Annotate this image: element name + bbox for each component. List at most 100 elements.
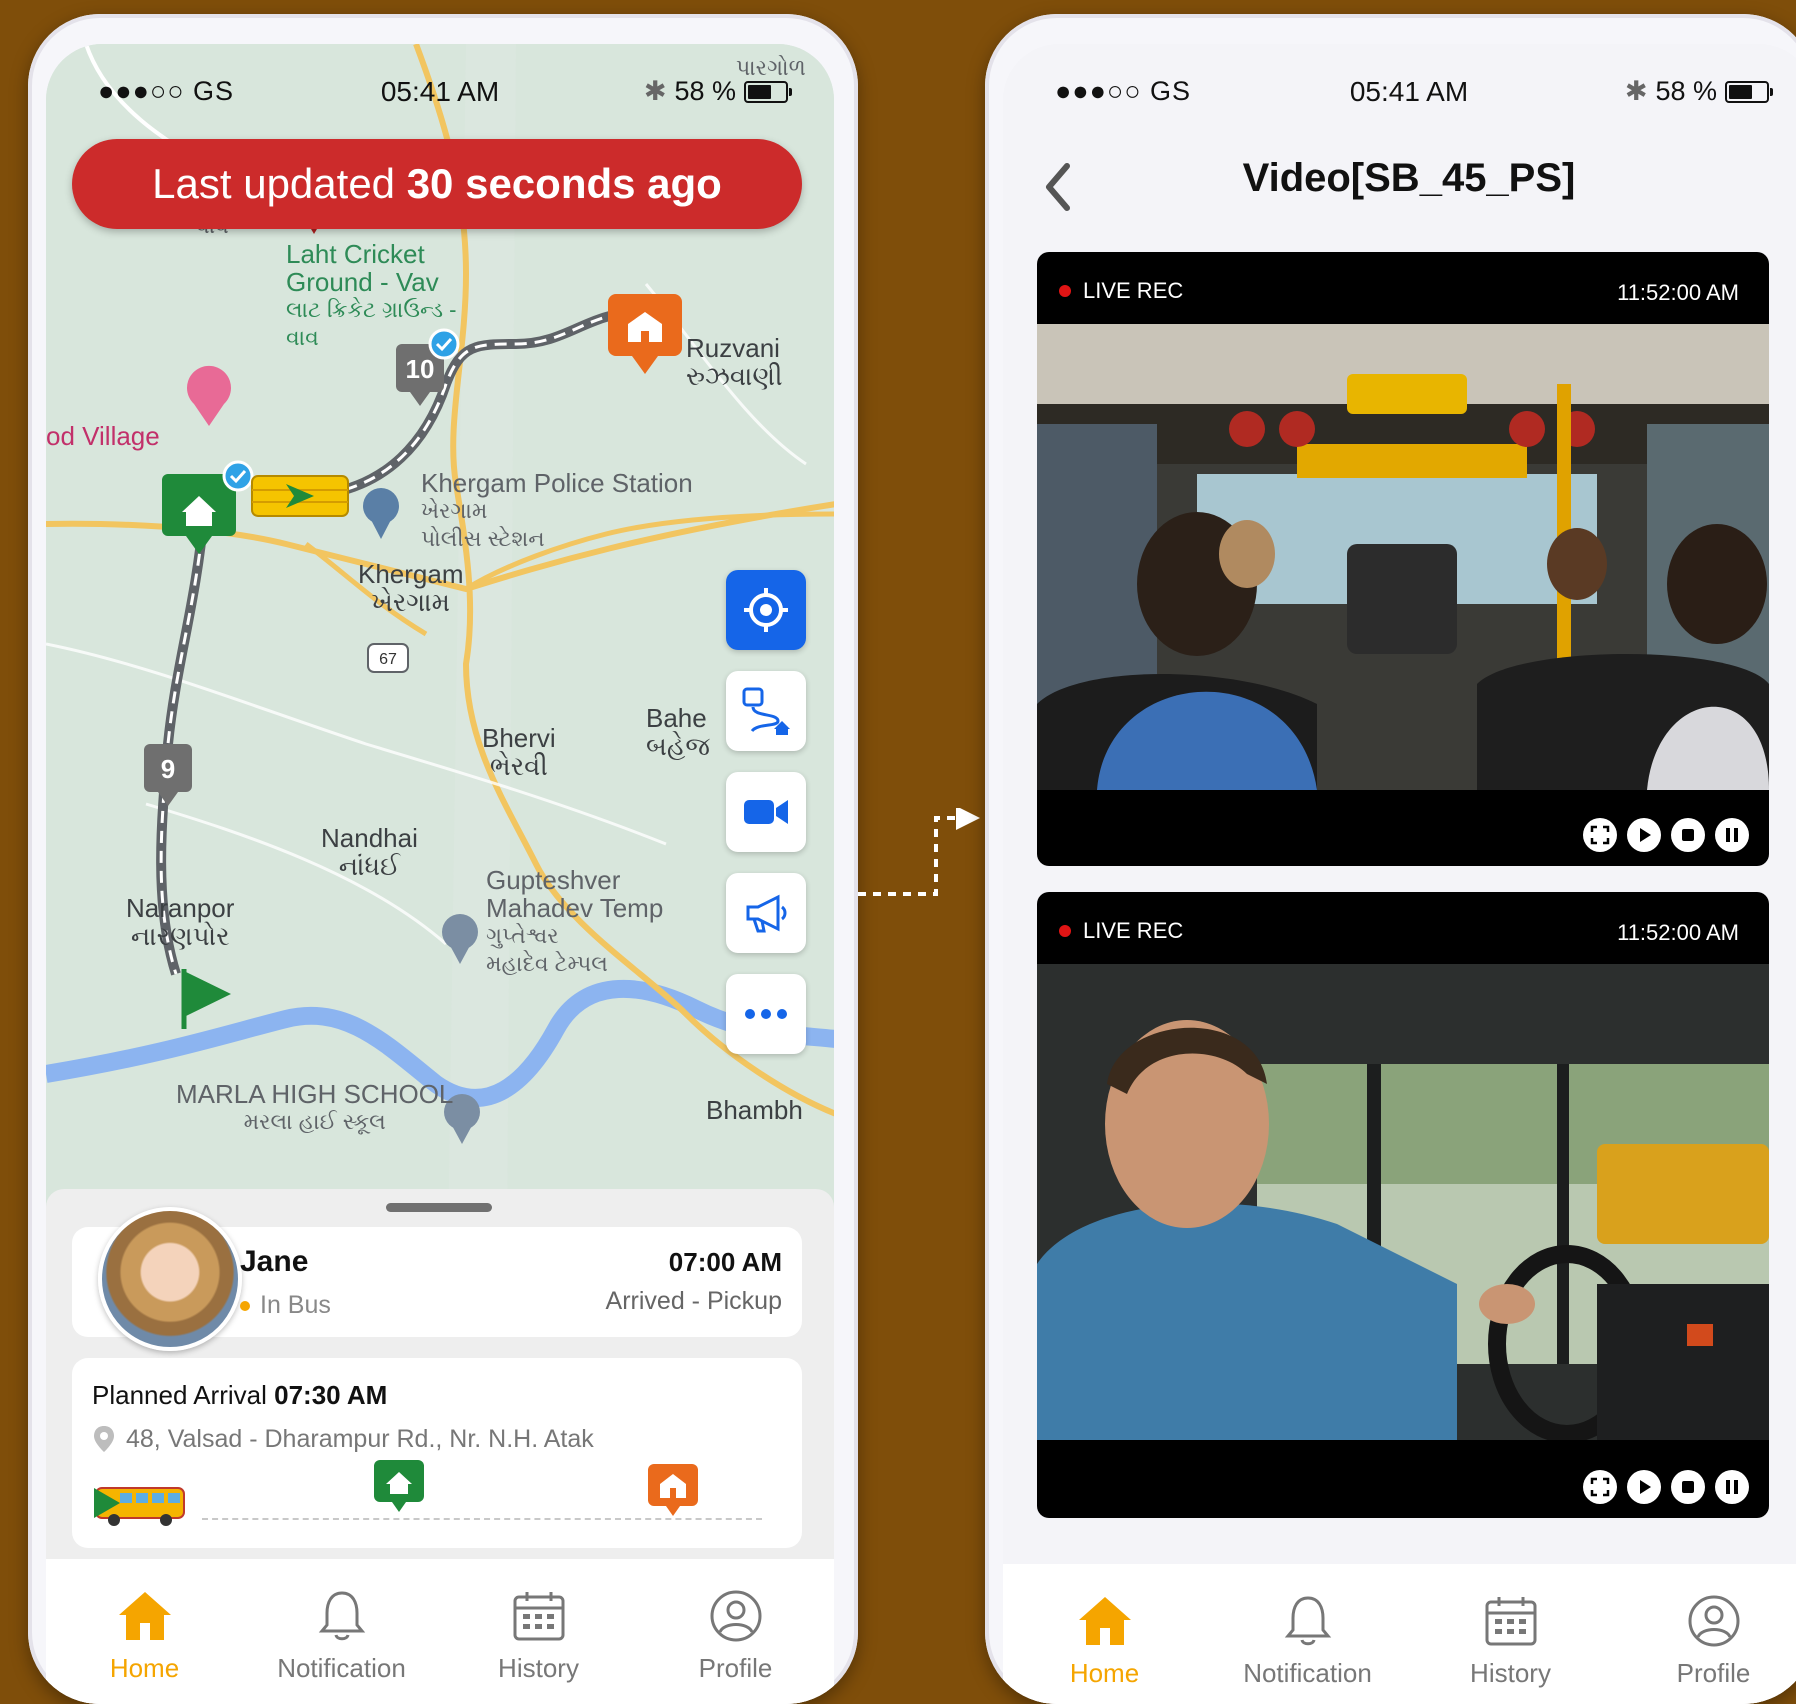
fullscreen-button[interactable]: [1583, 1470, 1617, 1504]
live-rec-indicator: LIVE REC: [1059, 918, 1183, 944]
tab-profile[interactable]: Profile: [651, 1589, 821, 1684]
play-button[interactable]: [1627, 818, 1661, 852]
map-label-police: Khergam Police Station ખેરગામ પોલીસ સ્ટે…: [421, 469, 693, 553]
rec-dot-icon: [1059, 285, 1071, 297]
bottom-sheet[interactable]: Jane In Bus 07:00 AM Arrived - Pickup Pl…: [46, 1189, 834, 1589]
rec-dot-icon: [1059, 925, 1071, 937]
user-icon: [1687, 1594, 1741, 1648]
bluetooth-icon: ✱: [644, 76, 667, 107]
stop-icon: [1678, 1477, 1698, 1497]
bus-driver-image: [1037, 964, 1769, 1440]
map-view[interactable]: 67 10 9: [46, 44, 834, 1374]
map-label-cricket-en: Laht Cricket Ground - Vav: [286, 240, 466, 296]
location-pin-icon: [92, 1424, 116, 1454]
megaphone-icon: [742, 891, 790, 935]
tab-home[interactable]: Home: [60, 1589, 230, 1684]
sheet-drag-handle[interactable]: [386, 1203, 492, 1212]
child-avatar: [98, 1207, 242, 1351]
banner-prefix: Last updated: [152, 160, 395, 207]
battery-icon: [1725, 81, 1769, 103]
locate-button[interactable]: [726, 570, 806, 650]
route-progress-line: [202, 1518, 762, 1520]
map-label-nandhai: Nandhai નાંધઈ: [321, 824, 418, 880]
school-stop-icon: [646, 1462, 700, 1518]
phone-video: ●●●○○ GS 05:41 AM ✱ 58 % Video[SB_45_PS]…: [985, 14, 1796, 1704]
video-button[interactable]: [726, 772, 806, 852]
announce-button[interactable]: [726, 873, 806, 953]
home-stop-icon: [372, 1458, 426, 1514]
page-title: Video[SB_45_PS]: [1003, 156, 1796, 201]
map-label-temple-en1: Gupteshver: [486, 866, 663, 894]
fullscreen-button[interactable]: [1583, 818, 1617, 852]
tab-notification[interactable]: Notification: [257, 1589, 427, 1684]
fullscreen-icon: [1590, 825, 1610, 845]
status-dot-icon: [240, 1301, 250, 1311]
video-controls: [1583, 1470, 1749, 1504]
tab-notification[interactable]: Notification: [1223, 1594, 1393, 1689]
school-bus-icon: [90, 1480, 190, 1530]
stop-9-label: 9: [161, 754, 175, 784]
planned-arrival-label: Planned Arrival: [92, 1380, 267, 1410]
pause-button[interactable]: [1715, 818, 1749, 852]
map-label-naranpor: Naranpor નારણપોર: [126, 894, 234, 950]
home-icon: [116, 1589, 174, 1643]
video-camera-icon: [742, 794, 790, 830]
map-label-khergam-en: Khergam: [358, 560, 464, 588]
map-label-village: od Village: [46, 422, 160, 450]
road-shield-label: 67: [379, 651, 397, 668]
pause-button[interactable]: [1715, 1470, 1749, 1504]
video-player-2[interactable]: LIVE REC 11:52:00 AM: [1037, 892, 1769, 1518]
bell-icon: [318, 1589, 366, 1643]
tab-home-label: Home: [1070, 1658, 1139, 1689]
bus-route-home-icon: [738, 683, 794, 739]
map-label-bhervi-gu: ભેરવી: [482, 752, 556, 780]
tab-home[interactable]: Home: [1020, 1594, 1190, 1689]
child-status-text: In Bus: [260, 1291, 331, 1320]
map-label-naranpor-en: Naranpor: [126, 894, 234, 922]
map-label-khergam-gu: ખેરગામ: [358, 588, 464, 616]
stop-button[interactable]: [1671, 818, 1705, 852]
tab-notification-label: Notification: [1243, 1658, 1372, 1689]
calendar-icon: [1484, 1594, 1538, 1648]
map-label-bahe-en: Bahe: [646, 704, 710, 732]
map-label-school-en: MARLA HIGH SCHOOL: [176, 1080, 453, 1108]
bluetooth-icon: ✱: [1625, 76, 1648, 107]
tab-profile[interactable]: Profile: [1629, 1594, 1796, 1689]
bell-icon: [1284, 1594, 1332, 1648]
more-button[interactable]: [726, 974, 806, 1054]
battery-percent: 58 %: [674, 76, 736, 107]
map-label-bhervi: Bhervi ભેરવી: [482, 724, 556, 780]
video-header: LIVE REC 11:52:00 AM: [1037, 252, 1769, 324]
battery-icon: [744, 81, 788, 103]
child-status: In Bus: [240, 1291, 331, 1320]
map-label-bhervi-en: Bhervi: [482, 724, 556, 752]
tab-history[interactable]: History: [454, 1589, 624, 1684]
status-bar-video: ●●●○○ GS 05:41 AM ✱ 58 %: [1003, 66, 1796, 116]
tab-history-label: History: [498, 1653, 579, 1684]
tab-bar-video: Home Notification History: [1003, 1564, 1796, 1704]
route-card: Planned Arrival 07:30 AM 48, Valsad - Dh…: [72, 1358, 802, 1548]
last-updated-banner: Last updated 30 seconds ago: [72, 139, 802, 229]
map-label-bhambh: Bhambh: [706, 1096, 803, 1124]
tab-history[interactable]: History: [1426, 1594, 1596, 1689]
live-rec-label: LIVE REC: [1083, 278, 1183, 304]
pause-icon: [1722, 825, 1742, 845]
live-rec-label: LIVE REC: [1083, 918, 1183, 944]
battery-percent-video: 58 %: [1655, 76, 1717, 107]
video-player-1[interactable]: LIVE REC 11:52:00 AM: [1037, 252, 1769, 866]
battery-status-video: ✱ 58 %: [1625, 76, 1769, 107]
play-icon: [1634, 825, 1654, 845]
phone-map: 67 10 9: [28, 14, 858, 1704]
stop-button[interactable]: [1671, 1470, 1705, 1504]
tab-bar: Home Notification History: [46, 1559, 834, 1704]
user-icon: [709, 1589, 763, 1643]
video-screen: ●●●○○ GS 05:41 AM ✱ 58 % Video[SB_45_PS]…: [1003, 44, 1796, 1704]
planned-arrival-time: 07:30 AM: [274, 1380, 387, 1410]
flow-connector-arrow: [858, 808, 988, 898]
play-button[interactable]: [1627, 1470, 1661, 1504]
map-label-cricket-gu: લાટ ક્રિકેટ ગ્રાઉન્ડ - વાવ: [286, 296, 466, 352]
map-label-naranpor-gu: નારણપોર: [126, 922, 234, 950]
route-button[interactable]: [726, 671, 806, 751]
status-bar: ●●●○○ GS 05:41 AM ✱ 58 %: [46, 66, 834, 116]
child-card[interactable]: Jane In Bus 07:00 AM Arrived - Pickup: [72, 1227, 802, 1337]
